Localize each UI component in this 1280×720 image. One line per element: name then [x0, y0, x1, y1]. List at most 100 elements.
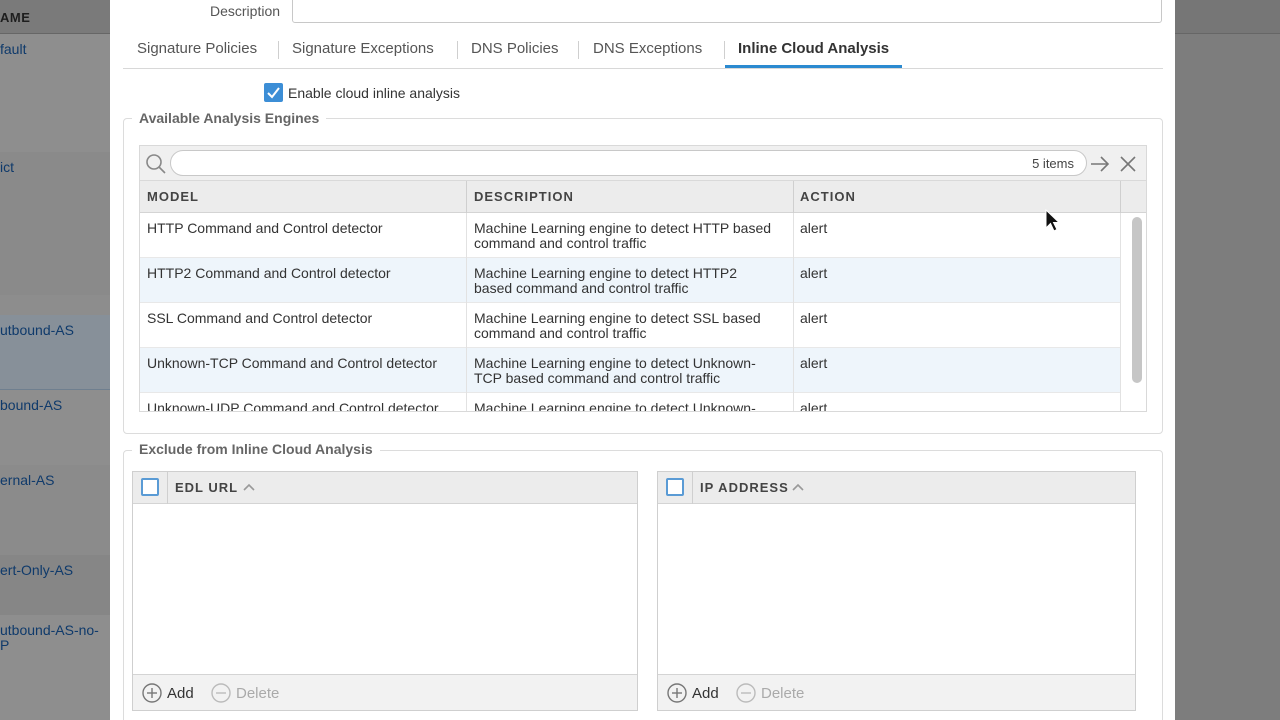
search-icon [146, 154, 166, 174]
ip-select-all-checkbox[interactable] [666, 478, 684, 496]
cell-divider [793, 258, 794, 303]
action-cell[interactable]: alert [800, 356, 827, 371]
mouse-pointer-icon [1045, 209, 1061, 232]
table-row[interactable]: SSL Command and Control detector Machine… [140, 303, 1120, 348]
background-list-header: AME [0, 0, 110, 34]
clear-filter-icon[interactable] [1119, 155, 1137, 173]
model-cell: SSL Command and Control detector [147, 310, 373, 326]
plus-circle-icon [667, 683, 687, 703]
engines-table-header: MODEL DESCRIPTION ACTION [140, 181, 1146, 213]
edl-select-all-checkbox[interactable] [141, 478, 159, 496]
engines-search-input[interactable]: 5 items [170, 150, 1087, 176]
available-engines-legend: Available Analysis Engines [132, 110, 327, 126]
edl-url-table: EDL URL Add Delete [132, 471, 638, 711]
background-right-header [1175, 0, 1280, 34]
cell-divider [466, 348, 467, 393]
background-row-label: P [0, 637, 10, 653]
background-row[interactable]: utbound-AS [0, 315, 110, 390]
ip-add-label: Add [692, 685, 719, 702]
column-header-edl-url[interactable]: EDL URL [175, 480, 238, 495]
background-row[interactable]: ernal-AS [0, 465, 110, 555]
column-divider [692, 472, 693, 504]
tab-dns-exceptions[interactable]: DNS Exceptions [593, 40, 702, 57]
checkmark-icon [267, 87, 280, 99]
description-input[interactable] [292, 0, 1162, 23]
background-row[interactable]: ert-Only-AS [0, 555, 110, 615]
tab-inline-cloud-analysis[interactable]: Inline Cloud Analysis [738, 40, 889, 57]
profile-tabs: Signature Policies Signature Exceptions … [123, 32, 1163, 69]
background-header-label: AME [0, 10, 31, 25]
tab-signature-policies[interactable]: Signature Policies [137, 40, 257, 57]
action-cell[interactable]: alert [800, 266, 827, 281]
cell-divider [793, 393, 794, 411]
background-row[interactable]: utbound-AS-no- P [0, 615, 110, 720]
description-cell-line2: command and control traffic [474, 325, 647, 341]
model-cell: HTTP Command and Control detector [147, 220, 383, 236]
enable-cloud-inline-analysis-checkbox[interactable] [264, 83, 283, 102]
background-row-label: bound-AS [0, 397, 63, 413]
background-policy-list: AME fault ict utbound-AS bound-AS ernal-… [0, 0, 110, 720]
description-cell-line2: TCP based command and control traffic [474, 370, 721, 386]
description-cell: Machine Learning engine to detect HTTP b… [474, 220, 772, 236]
description-label: Description [210, 3, 281, 19]
column-header-action[interactable]: ACTION [800, 189, 856, 204]
sort-ascending-icon[interactable] [791, 482, 805, 492]
model-cell: HTTP2 Command and Control detector [147, 265, 391, 281]
column-divider [1120, 181, 1121, 213]
background-row[interactable]: ict [0, 152, 110, 295]
ip-delete-label: Delete [761, 685, 805, 702]
minus-circle-icon [736, 683, 756, 703]
tab-dns-policies[interactable]: DNS Policies [471, 40, 559, 57]
cell-divider [466, 303, 467, 348]
description-cell: Machine Learning engine to detect Unknow… [474, 355, 756, 371]
table-row[interactable]: HTTP Command and Control detector Machin… [140, 213, 1120, 258]
background-row-label: fault [0, 41, 27, 57]
exclude-legend: Exclude from Inline Cloud Analysis [132, 441, 380, 457]
ip-address-table: IP ADDRESS Add Delete [657, 471, 1136, 711]
table-row[interactable]: Unknown-UDP Command and Control detector… [140, 393, 1120, 412]
background-row[interactable]: bound-AS [0, 390, 110, 465]
active-tab-indicator [725, 65, 902, 68]
plus-circle-icon [142, 683, 162, 703]
background-row-label: ict [0, 159, 14, 175]
model-cell: Unknown-TCP Command and Control detector [147, 355, 437, 371]
sort-ascending-icon[interactable] [242, 482, 256, 492]
ip-address-table-header: IP ADDRESS [658, 472, 1135, 504]
engines-table: MODEL DESCRIPTION ACTION HTTP Command an… [139, 180, 1147, 412]
action-cell[interactable]: alert [800, 221, 827, 236]
engines-table-scrollbar[interactable] [1120, 213, 1146, 411]
column-header-model[interactable]: MODEL [147, 189, 199, 204]
description-cell-line2: command and control traffic [474, 235, 647, 251]
table-row[interactable]: HTTP2 Command and Control detector Machi… [140, 258, 1120, 303]
description-cell-line2: based command and control traffic [474, 280, 689, 296]
background-row-label: ernal-AS [0, 472, 55, 488]
column-divider[interactable] [793, 181, 794, 213]
background-row-label: utbound-AS-no- [0, 622, 99, 638]
column-header-ip-address[interactable]: IP ADDRESS [700, 480, 789, 495]
ip-address-table-footer: Add Delete [658, 674, 1135, 710]
description-cell: Machine Learning engine to detect SSL ba… [474, 310, 761, 326]
table-row[interactable]: Unknown-TCP Command and Control detector… [140, 348, 1120, 393]
action-cell[interactable]: alert [800, 311, 827, 326]
apply-filter-arrow-icon[interactable] [1090, 155, 1110, 173]
edl-add-label: Add [167, 685, 194, 702]
action-cell[interactable]: alert [800, 401, 827, 412]
minus-circle-icon [211, 683, 231, 703]
edl-url-table-footer: Add Delete [133, 674, 637, 710]
tab-divider [578, 41, 579, 59]
tab-divider [278, 41, 279, 59]
column-divider[interactable] [466, 181, 467, 213]
tab-signature-exceptions[interactable]: Signature Exceptions [292, 40, 434, 57]
column-divider [167, 472, 168, 504]
background-row[interactable]: fault [0, 34, 110, 152]
items-count: 5 items [1032, 156, 1074, 171]
description-cell: Machine Learning engine to detect Unknow… [474, 400, 756, 412]
cell-divider [793, 213, 794, 258]
cell-divider [793, 348, 794, 393]
cell-divider [466, 258, 467, 303]
scrollbar-thumb[interactable] [1132, 217, 1142, 383]
column-header-description[interactable]: DESCRIPTION [474, 189, 574, 204]
background-row-label: ert-Only-AS [0, 562, 74, 578]
model-cell: Unknown-UDP Command and Control detector [147, 400, 439, 412]
description-cell: Machine Learning engine to detect HTTP2 [474, 265, 738, 281]
